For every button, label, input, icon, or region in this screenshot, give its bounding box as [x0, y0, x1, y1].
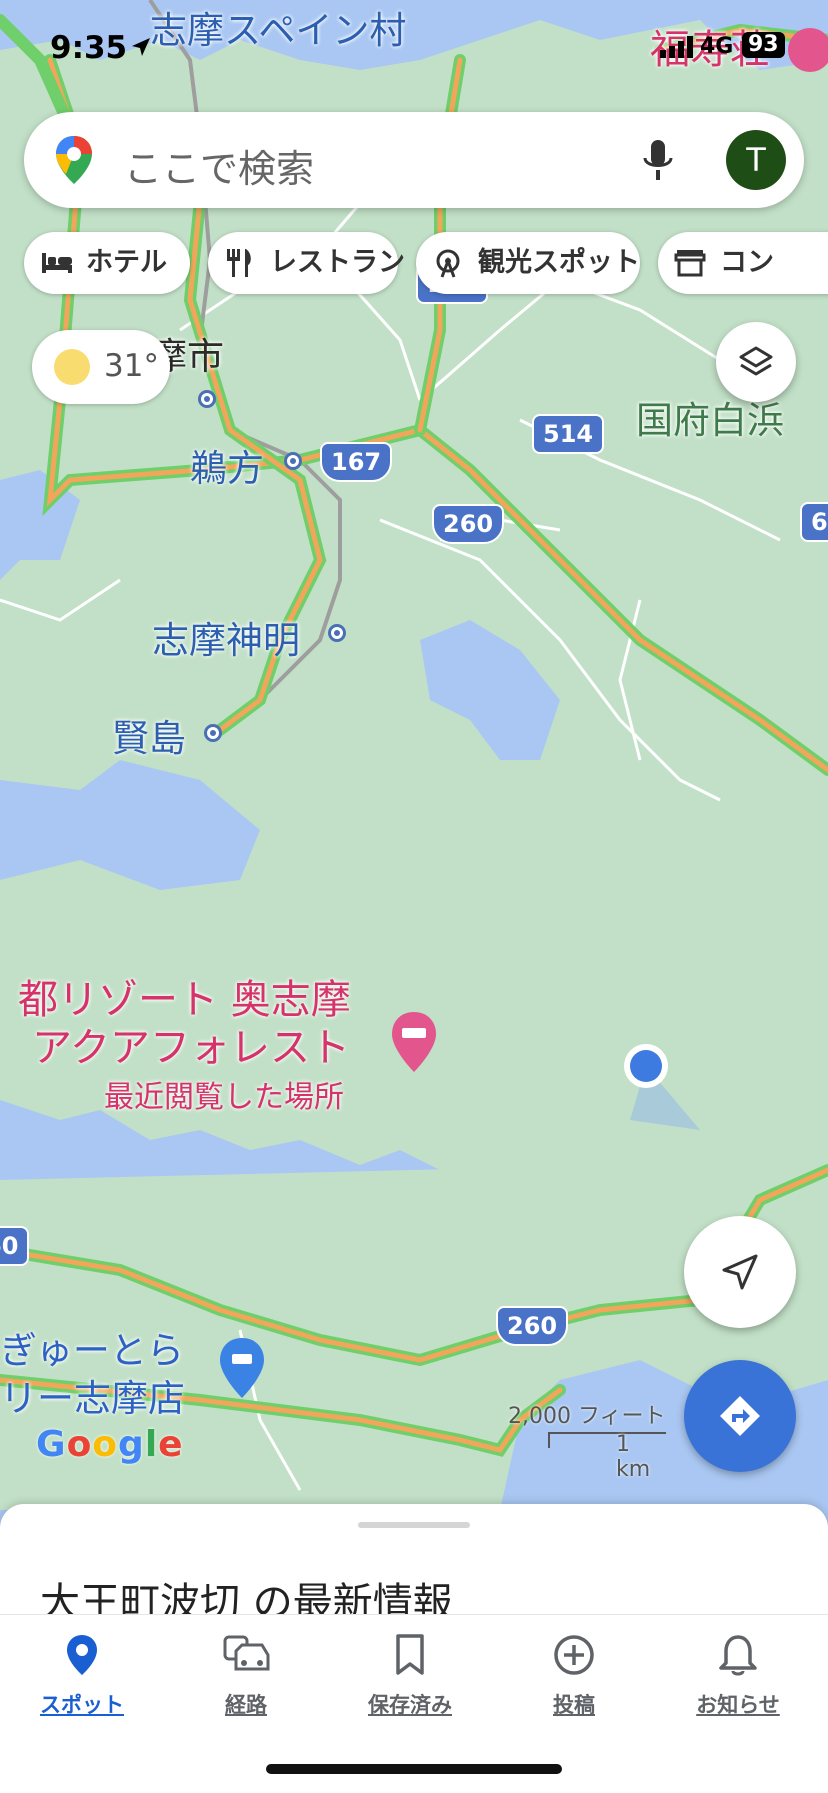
- station-icon[interactable]: [328, 624, 346, 642]
- scale-feet-label: 2,000 フィート: [508, 1404, 666, 1429]
- chip-hotel[interactable]: ホテル: [24, 232, 190, 294]
- sun-icon: [54, 349, 90, 385]
- place-label-kashikojima[interactable]: 賢島: [112, 708, 186, 762]
- route-shield-260: 260: [432, 504, 505, 544]
- layers-icon: [739, 346, 773, 376]
- bookmark-icon: [396, 1634, 424, 1675]
- google-logo: Google: [36, 1424, 184, 1465]
- store-icon: [674, 250, 706, 277]
- account-avatar[interactable]: T: [726, 130, 786, 190]
- chip-label: レストラン: [270, 247, 405, 278]
- search-input[interactable]: ここで検索: [124, 138, 314, 193]
- bell-icon: [719, 1635, 757, 1676]
- my-location-button[interactable]: [684, 1216, 796, 1328]
- chip-label: 観光スポット: [478, 247, 640, 278]
- chip-sightseeing[interactable]: 観光スポット: [416, 232, 640, 294]
- status-time: 9:35: [50, 30, 128, 66]
- nav-label: 保存済み: [368, 1693, 452, 1717]
- route-shield-514: 514: [532, 414, 605, 454]
- nav-label: 投稿: [553, 1693, 595, 1717]
- place-label-store-line2[interactable]: リー志摩店: [0, 1368, 185, 1422]
- nav-label: お知らせ: [696, 1693, 780, 1717]
- weather-badge[interactable]: 31°: [32, 330, 170, 404]
- place-label-resort-line2[interactable]: アクアフォレスト: [32, 1024, 350, 1072]
- battery-indicator: 93: [742, 32, 785, 58]
- map-scale: 2,000 フィート 1 km: [508, 1398, 668, 1482]
- layers-button[interactable]: [716, 322, 796, 402]
- place-label-store-line1[interactable]: ぎゅーとら: [0, 1320, 184, 1374]
- status-bar: 9:35 4G 93: [0, 30, 828, 70]
- place-label-resort-line1[interactable]: 都リゾート 奥志摩: [18, 976, 351, 1024]
- microphone-icon[interactable]: [642, 138, 674, 182]
- nav-label: 経路: [225, 1693, 267, 1717]
- nav-tab-directions[interactable]: 経路: [176, 1633, 316, 1719]
- station-icon[interactable]: [204, 724, 222, 742]
- directions-button[interactable]: [684, 1360, 796, 1472]
- car-icon: [223, 1635, 270, 1671]
- place-label-ugata[interactable]: 鵜方: [190, 438, 264, 492]
- sheet-drag-handle[interactable]: [358, 1522, 470, 1528]
- bed-icon: [42, 253, 72, 273]
- nav-tab-explore[interactable]: スポット: [12, 1633, 152, 1719]
- scale-km-label: 1 km: [616, 1432, 651, 1482]
- place-label-shima-shinmei[interactable]: 志摩神明: [152, 610, 300, 664]
- station-icon[interactable]: [284, 452, 302, 470]
- station-icon[interactable]: [198, 390, 216, 408]
- route-shield-260: 260: [496, 1306, 569, 1346]
- directions-icon: [720, 1396, 760, 1436]
- route-shield-167: 167: [320, 442, 393, 482]
- nav-tab-saved[interactable]: 保存済み: [340, 1633, 480, 1719]
- bottom-sheet[interactable]: 大王町波切 の最新情報: [0, 1504, 828, 1624]
- chip-convenience-store[interactable]: コン: [658, 232, 828, 294]
- fork-knife-icon: [227, 249, 251, 277]
- pin-icon: [67, 1635, 97, 1675]
- location-arrow-icon: [132, 38, 150, 56]
- search-bar[interactable]: ここで検索 T: [24, 112, 804, 208]
- google-maps-pin-icon: [56, 136, 92, 184]
- nav-tab-updates[interactable]: お知らせ: [668, 1633, 808, 1719]
- temperature: 31°: [104, 348, 159, 384]
- place-recent-note: 最近閲覧した場所: [104, 1080, 344, 1115]
- ferris-wheel-icon: [436, 249, 460, 278]
- add-circle-icon: [554, 1635, 594, 1675]
- chip-label: ホテル: [86, 247, 167, 278]
- route-shield-60: 60: [0, 1226, 30, 1266]
- chip-label: コン: [720, 247, 774, 278]
- network-type: 4G: [700, 34, 734, 59]
- nav-tab-contribute[interactable]: 投稿: [504, 1633, 644, 1719]
- signal-icon: [660, 36, 693, 58]
- nav-label: スポット: [40, 1693, 124, 1717]
- chip-restaurant[interactable]: レストラン: [208, 232, 405, 294]
- route-shield-67: 67: [800, 502, 828, 542]
- home-indicator: [266, 1764, 562, 1774]
- navigation-arrow-icon: [722, 1254, 758, 1290]
